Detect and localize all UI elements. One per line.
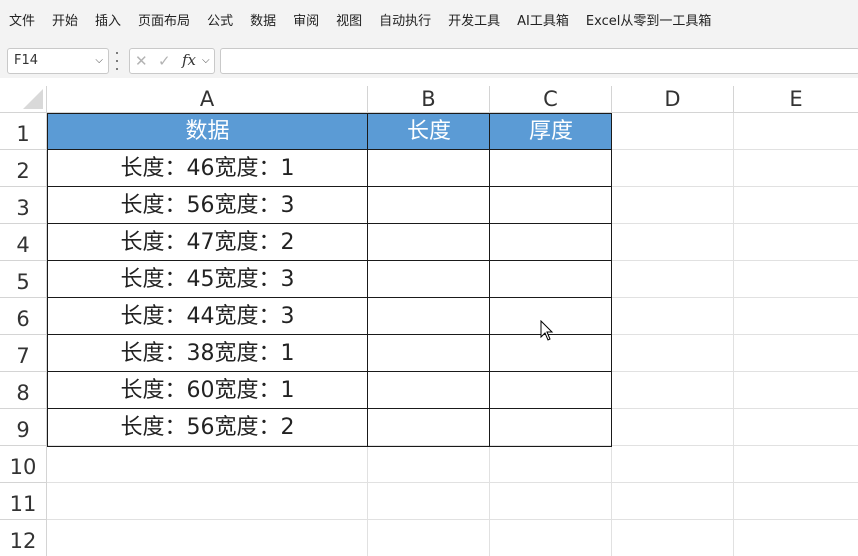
cell-c8[interactable] <box>490 372 612 409</box>
name-box-value: F14 <box>14 53 39 68</box>
cell-b2[interactable] <box>368 150 490 187</box>
formula-buttons: ✕ ✓ fx ⌵ <box>129 48 215 74</box>
row-header-1[interactable]: 1 <box>0 113 47 150</box>
cell-c9[interactable] <box>490 409 612 446</box>
cell-a6[interactable]: 长度：44宽度：3 <box>47 298 368 335</box>
cell-b9[interactable] <box>368 409 490 446</box>
formula-bar: F14 ⌵ ✕ ✓ fx ⌵ <box>0 44 858 78</box>
cell-c3[interactable] <box>490 187 612 224</box>
menu-home[interactable]: 开始 <box>52 0 78 44</box>
chevron-down-icon[interactable]: ⌵ <box>202 55 210 66</box>
menu-automate[interactable]: 自动执行 <box>379 0 431 44</box>
menu-data[interactable]: 数据 <box>250 0 276 44</box>
cell-b4[interactable] <box>368 224 490 261</box>
column-header-a[interactable]: A <box>47 86 368 113</box>
cell-a3[interactable]: 长度：56宽度：3 <box>47 187 368 224</box>
menu-insert[interactable]: 插入 <box>95 0 121 44</box>
cell-a9[interactable]: 长度：56宽度：2 <box>47 409 368 446</box>
cell-b3[interactable] <box>368 187 490 224</box>
cell-a8[interactable]: 长度：60宽度：1 <box>47 372 368 409</box>
row-header-7[interactable]: 7 <box>0 335 47 372</box>
menu-ai-toolbox[interactable]: AI工具箱 <box>517 0 569 44</box>
row-header-5[interactable]: 5 <box>0 261 47 298</box>
cell-b8[interactable] <box>368 372 490 409</box>
column-header-e[interactable]: E <box>734 86 858 113</box>
confirm-check-icon[interactable]: ✓ <box>158 52 171 70</box>
row-header-10[interactable]: 10 <box>0 446 47 483</box>
cell-c5[interactable] <box>490 261 612 298</box>
cell-a4[interactable]: 长度：47宽度：2 <box>47 224 368 261</box>
column-header-b[interactable]: B <box>368 86 490 113</box>
cell-a7[interactable]: 长度：38宽度：1 <box>47 335 368 372</box>
menu-page-layout[interactable]: 页面布局 <box>138 0 190 44</box>
menu-excel-toolbox[interactable]: Excel从零到一工具箱 <box>586 0 711 44</box>
row-header-9[interactable]: 9 <box>0 409 47 446</box>
row-header-8[interactable]: 8 <box>0 372 47 409</box>
ribbon-menu-bar: 文件 开始 插入 页面布局 公式 数据 审阅 视图 自动执行 开发工具 AI工具… <box>0 0 858 44</box>
cell-c1-header[interactable]: 厚度 <box>490 113 612 150</box>
insert-function-icon[interactable]: fx <box>182 51 196 69</box>
cell-b6[interactable] <box>368 298 490 335</box>
row-header-6[interactable]: 6 <box>0 298 47 335</box>
menu-view[interactable]: 视图 <box>336 0 362 44</box>
row-header-11[interactable]: 11 <box>0 483 47 520</box>
row-header-2[interactable]: 2 <box>0 150 47 187</box>
name-box[interactable]: F14 ⌵ <box>7 48 109 74</box>
cell-a5[interactable]: 长度：45宽度：3 <box>47 261 368 298</box>
more-options-icon[interactable] <box>115 52 119 70</box>
cell-a1-header[interactable]: 数据 <box>47 113 368 150</box>
cell-c2[interactable] <box>490 150 612 187</box>
menu-review[interactable]: 审阅 <box>293 0 319 44</box>
column-header-d[interactable]: D <box>612 86 734 113</box>
menu-file[interactable]: 文件 <box>9 0 35 44</box>
row-header-4[interactable]: 4 <box>0 224 47 261</box>
cell-b7[interactable] <box>368 335 490 372</box>
menu-formulas[interactable]: 公式 <box>207 0 233 44</box>
menu-developer[interactable]: 开发工具 <box>448 0 500 44</box>
formula-input[interactable] <box>220 48 858 74</box>
row-header-12[interactable]: 12 <box>0 520 47 556</box>
cell-b5[interactable] <box>368 261 490 298</box>
cell-a2[interactable]: 长度：46宽度：1 <box>47 150 368 187</box>
chevron-down-icon[interactable]: ⌵ <box>95 49 103 73</box>
column-header-c[interactable]: C <box>490 86 612 113</box>
select-all-corner[interactable] <box>0 86 47 113</box>
cell-b1-header[interactable]: 长度 <box>368 113 490 150</box>
cancel-icon[interactable]: ✕ <box>135 52 148 70</box>
cell-c4[interactable] <box>490 224 612 261</box>
mouse-pointer-icon <box>540 320 554 341</box>
row-header-3[interactable]: 3 <box>0 187 47 224</box>
